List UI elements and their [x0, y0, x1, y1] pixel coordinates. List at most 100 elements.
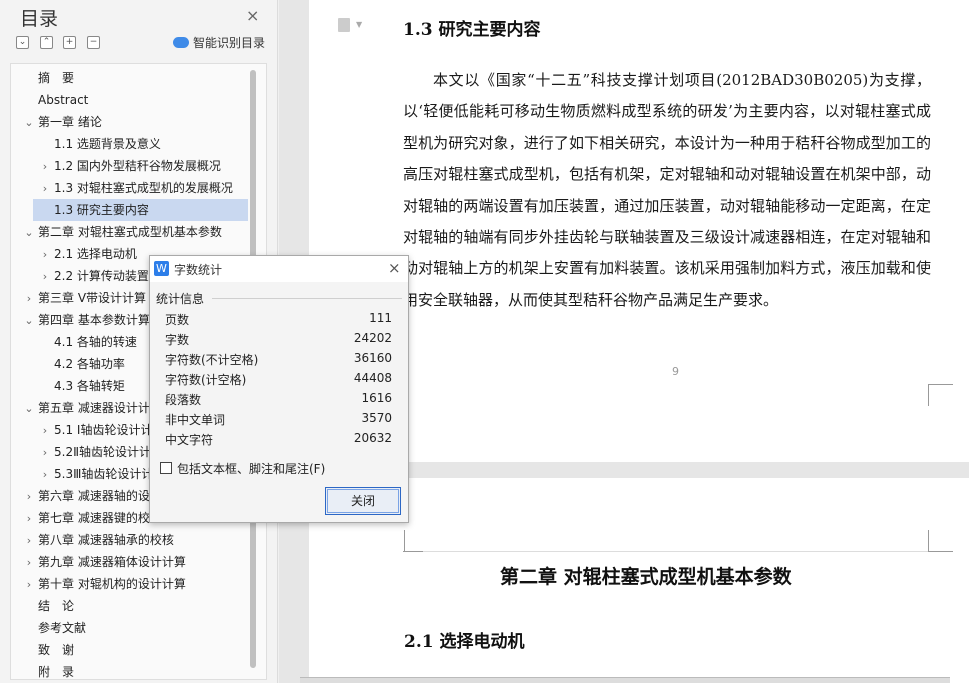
toc-item[interactable]: 附 录: [11, 661, 75, 679]
toc-item[interactable]: › 第六章 减速器轴的设: [11, 485, 150, 507]
toc-close-icon[interactable]: ×: [246, 6, 259, 25]
toc-item-label: 第一章 绪论: [38, 115, 102, 129]
toc-item[interactable]: › 5.3Ⅲ轴齿轮设计计: [11, 463, 154, 486]
toc-item-label: 1.1 选题背景及意义: [54, 137, 161, 151]
margin-corner-mark: [403, 530, 423, 552]
toc-item-label: 4.1 各轴的转速: [54, 335, 137, 349]
stat-value: 44408: [353, 371, 392, 385]
toc-item[interactable]: › 第九章 减速器箱体设计计算: [11, 551, 186, 573]
next-heading: 2.1 选择电动机: [404, 632, 525, 652]
toc-item[interactable]: 1.1 选题背景及意义: [11, 133, 161, 155]
toc-item[interactable]: › 2.2 计算传动装置的: [11, 265, 161, 287]
toc-item-label: 1.2 国内外型秸秆谷物发展概况: [54, 159, 221, 173]
dialog-titlebar[interactable]: W 字数统计 ×: [150, 256, 408, 282]
toc-item-label: 致 谢: [38, 643, 75, 657]
toc-item-label: 第九章 减速器箱体设计计算: [38, 555, 186, 569]
toc-item[interactable]: ⌄ 第一章 绪论: [11, 111, 102, 134]
stat-label: 字数: [165, 333, 190, 347]
close-button[interactable]: 关闭: [325, 487, 401, 515]
toc-item[interactable]: Abstract: [11, 89, 88, 111]
toc-item-label: 2.1 选择电动机: [54, 247, 137, 261]
expanded-chevron-icon[interactable]: ⌄: [23, 310, 35, 332]
expanded-chevron-icon[interactable]: ⌄: [23, 222, 35, 244]
stat-value: 3570: [361, 411, 392, 425]
toc-item[interactable]: › 第三章 V带设计计算: [11, 287, 146, 309]
toc-item-label: 1.3 对辊柱塞式成型机的发展概况: [54, 181, 233, 195]
collapsed-chevron-icon[interactable]: ›: [23, 288, 35, 310]
cloud-icon: [173, 37, 189, 48]
toc-item[interactable]: › 2.1 选择电动机: [11, 243, 137, 265]
collapsed-chevron-icon[interactable]: ›: [39, 244, 51, 266]
toc-item[interactable]: ⌄ 第四章 基本参数计算: [11, 309, 150, 332]
stat-label: 字符数(不计空格): [165, 353, 259, 367]
stat-value: 20632: [353, 431, 392, 445]
stat-value: 24202: [353, 331, 392, 345]
expanded-chevron-icon[interactable]: ⌄: [23, 398, 35, 420]
expand-up-icon[interactable]: ⌃: [40, 36, 53, 49]
paragraph-style-icon[interactable]: [338, 18, 350, 32]
toc-item-label: 第六章 减速器轴的设: [38, 489, 150, 503]
horizontal-scrollbar[interactable]: [300, 677, 950, 683]
toc-item[interactable]: › 5.1 Ⅰ轴齿轮设计计: [11, 419, 153, 442]
toc-item-label: 参考文献: [38, 621, 87, 635]
toc-item[interactable]: 致 谢: [11, 639, 74, 661]
dropdown-caret-icon[interactable]: ▼: [356, 20, 362, 29]
stat-label: 中文字符: [165, 433, 214, 447]
toc-item-label: 第五章 减速器设计计: [38, 401, 150, 415]
toc-item[interactable]: 摘 要: [11, 67, 74, 89]
toc-item[interactable]: › 第十章 对辊机构的设计计算: [11, 573, 186, 595]
collapsed-chevron-icon[interactable]: ›: [39, 266, 51, 288]
toc-item[interactable]: 4.2 各轴功率: [11, 353, 125, 375]
word-count-dialog: W 字数统计 × 统计信息 页数 111 字数 24202 字符数(不计空格) 36160…: [149, 255, 409, 523]
toc-item-label: 第七章 减速器键的校: [38, 511, 150, 525]
toc-item[interactable]: 4.3 各轴转矩: [11, 375, 125, 397]
collapsed-chevron-icon[interactable]: ›: [39, 156, 51, 178]
toc-item-label: 摘 要: [38, 71, 75, 85]
toc-item[interactable]: › 第七章 减速器键的校: [11, 507, 150, 529]
collapsed-chevron-icon[interactable]: ›: [39, 178, 51, 200]
collapsed-chevron-icon[interactable]: ›: [39, 420, 51, 442]
section-divider: [212, 298, 402, 299]
include-textbox-checkbox[interactable]: [160, 462, 172, 474]
header-line: [423, 551, 928, 552]
page-number: 9: [672, 365, 679, 378]
collapsed-chevron-icon[interactable]: ›: [23, 508, 35, 530]
toc-item-label: 第八章 减速器轴承的校核: [38, 533, 174, 547]
toc-item-label: 4.3 各轴转矩: [54, 379, 125, 393]
toc-item-label: 第四章 基本参数计算: [38, 313, 150, 327]
collapsed-chevron-icon[interactable]: ›: [39, 442, 51, 464]
toc-item[interactable]: ⌄ 第二章 对辊柱塞式成型机基本参数: [11, 221, 221, 244]
collapsed-chevron-icon[interactable]: ›: [23, 486, 35, 508]
margin-corner-mark: [404, 530, 405, 552]
stat-label: 非中文单词: [165, 413, 226, 427]
collapsed-chevron-icon[interactable]: ›: [39, 464, 51, 486]
collapsed-chevron-icon[interactable]: ›: [23, 552, 35, 574]
add-heading-icon[interactable]: +: [63, 36, 76, 49]
stats-section-title: 统计信息: [156, 290, 209, 307]
toc-item[interactable]: 1.3 研究主要内容: [33, 199, 248, 221]
include-textbox-label[interactable]: 包括文本框、脚注和尾注(F): [177, 460, 325, 477]
toc-item-label: 5.3Ⅲ轴齿轮设计计: [54, 467, 154, 481]
dialog-close-icon[interactable]: ×: [388, 259, 401, 277]
collapse-all-icon[interactable]: ⌄: [16, 36, 29, 49]
toc-item[interactable]: › 1.3 对辊柱塞式成型机的发展概况: [11, 177, 233, 199]
remove-heading-icon[interactable]: −: [87, 36, 100, 49]
toc-item[interactable]: 参考文献: [11, 617, 86, 639]
toc-item[interactable]: › 1.2 国内外型秸秆谷物发展概况: [11, 155, 221, 177]
margin-corner-mark: [928, 384, 953, 406]
toc-item[interactable]: ⌄ 第五章 减速器设计计: [11, 397, 150, 420]
body-paragraph: 本文以《国家“十二五”科技支撑计划项目(2012BAD30B0205)为支撑，以…: [403, 71, 931, 309]
toc-item[interactable]: › 5.2Ⅱ轴齿轮设计计: [11, 441, 151, 463]
toc-item-label: 1.3 研究主要内容: [54, 203, 149, 217]
toc-item[interactable]: 4.1 各轴的转速: [11, 331, 137, 353]
toc-item-label: 附 录: [38, 665, 75, 679]
toc-item[interactable]: › 第八章 减速器轴承的校核: [11, 529, 174, 551]
stat-value: 1616: [361, 391, 392, 405]
wps-writer-icon: W: [154, 261, 169, 276]
smart-toc-label: 智能识别目录: [193, 36, 266, 50]
smart-toc-button[interactable]: 智能识别目录: [173, 34, 265, 51]
collapsed-chevron-icon[interactable]: ›: [23, 530, 35, 552]
toc-item[interactable]: 结 论: [11, 595, 74, 617]
collapsed-chevron-icon[interactable]: ›: [23, 574, 35, 596]
expanded-chevron-icon[interactable]: ⌄: [23, 112, 35, 134]
